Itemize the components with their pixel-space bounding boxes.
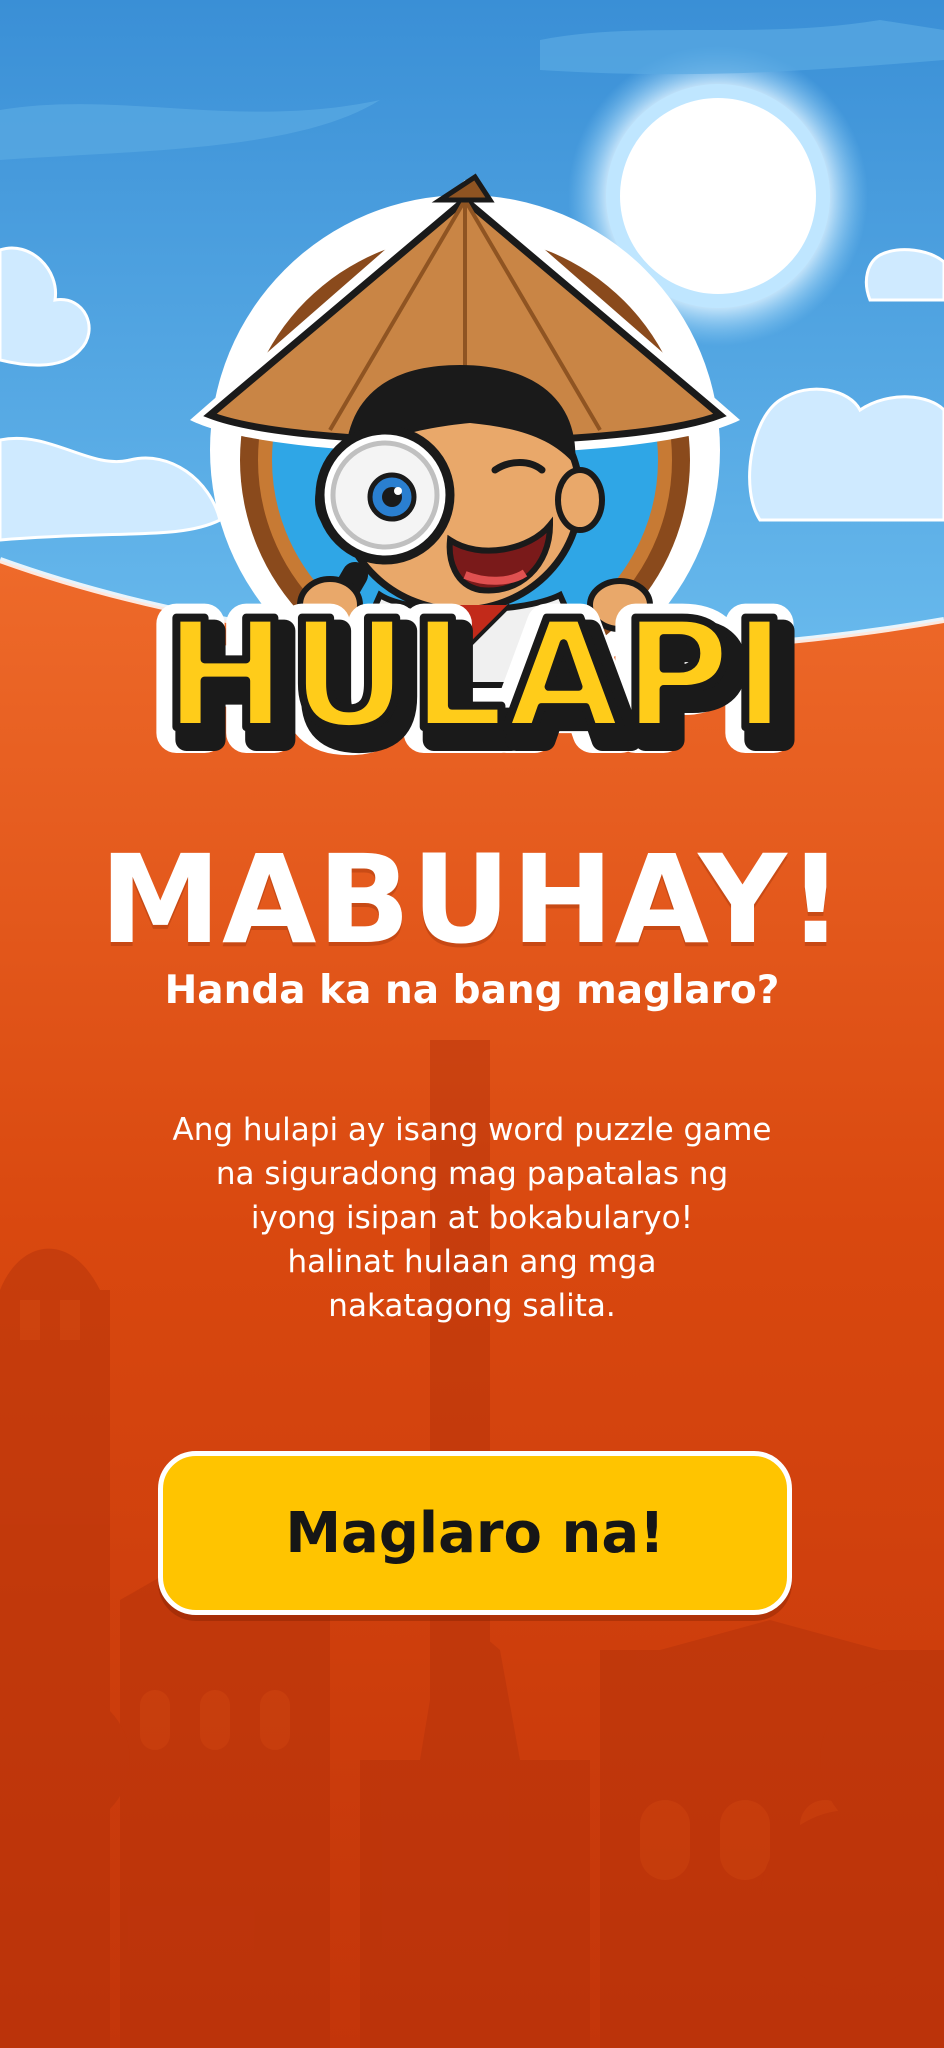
game-start-screen: HULAPI HULAPI HULAPI MABUHAY! Handa ka n…: [0, 0, 944, 2048]
play-button[interactable]: Maglaro na!: [158, 1451, 792, 1615]
hulapi-wordmark: HULAPI HULAPI HULAPI: [143, 575, 809, 789]
welcome-subtitle: Handa ka na bang maglaro?: [164, 968, 780, 1013]
logo-text: HULAPI: [163, 589, 788, 763]
mascot-logo-art: HULAPI HULAPI HULAPI: [143, 173, 809, 789]
game-logo: HULAPI HULAPI HULAPI: [130, 165, 830, 789]
description-line: halinat hulaan ang mga: [287, 1244, 657, 1280]
description-line: iyong isipan at bokabularyo!: [250, 1200, 694, 1236]
welcome-header: MABUHAY! Handa ka na bang maglaro?: [0, 835, 944, 1017]
game-description: Ang hulapi ay isang word puzzle game na …: [90, 1108, 854, 1328]
play-button-label: Maglaro na!: [285, 1500, 665, 1566]
description-line: na siguradong mag papatalas ng: [215, 1156, 729, 1192]
description-line: nakatagong salita.: [328, 1288, 616, 1324]
description-line: Ang hulapi ay isang word puzzle game: [172, 1112, 772, 1148]
welcome-title: MABUHAY!: [99, 829, 845, 971]
